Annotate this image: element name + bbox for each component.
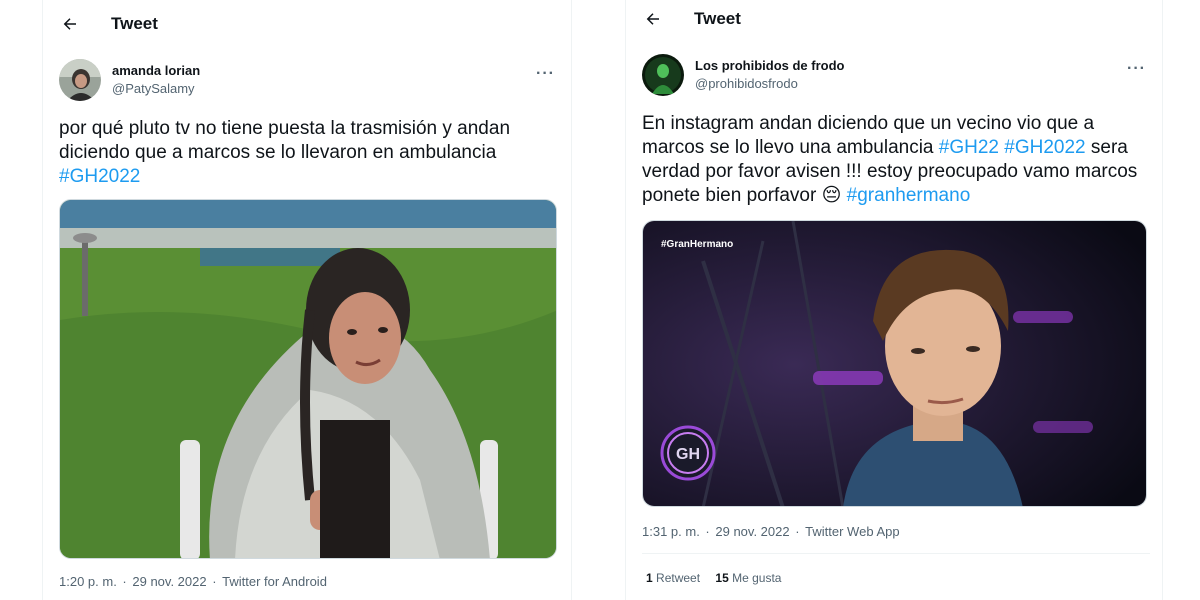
pensive-face-emoji: 😔 <box>821 185 842 206</box>
avatar[interactable] <box>642 54 684 96</box>
header-title: Tweet <box>111 14 158 33</box>
photo-woman-in-blanket <box>60 200 556 558</box>
more-options-icon[interactable]: ··· <box>1127 60 1146 78</box>
tweet-stats: 1 Retweet 15 Me gusta <box>646 571 793 585</box>
tweet-source[interactable]: Twitter Web App <box>805 524 899 539</box>
likes-stat[interactable]: 15 Me gusta <box>715 571 781 585</box>
back-button[interactable] <box>55 9 85 39</box>
tweet-time[interactable]: 1:20 p. m. <box>59 574 117 589</box>
avatar[interactable] <box>59 59 101 101</box>
tweet-timestamp: 1:20 p. m. · 29 nov. 2022 · Twitter for … <box>59 574 327 589</box>
gh-logo-text: GH <box>676 446 700 463</box>
tweet-media-photo[interactable]: GH #GranHermano <box>642 220 1147 507</box>
tweet-timestamp: 1:31 p. m. · 29 nov. 2022 · Twitter Web … <box>642 524 900 539</box>
right-tweet-panel: Tweet Los prohibidos de frodo @prohibido… <box>625 0 1163 600</box>
more-options-icon[interactable]: ··· <box>536 65 555 83</box>
tweet-media-photo[interactable] <box>59 199 557 559</box>
back-arrow-icon <box>646 13 659 25</box>
retweets-stat[interactable]: 1 Retweet <box>646 571 700 585</box>
hashtag-link[interactable]: #GH2022 <box>59 166 140 187</box>
header-title: Tweet <box>694 9 741 28</box>
hashtag-link[interactable]: #GH2022 <box>1004 137 1085 158</box>
retweets-label: Retweet <box>656 571 701 585</box>
retweets-count: 1 <box>646 571 653 585</box>
likes-count: 15 <box>715 571 729 585</box>
left-tweet-panel: Tweet amanda lorian @PatySalamy ··· por … <box>42 0 572 600</box>
author-handle[interactable]: @PatySalamy <box>112 80 200 98</box>
tweet-date[interactable]: 29 nov. 2022 <box>715 524 789 539</box>
author-name[interactable]: Los prohibidos de frodo <box>695 57 845 75</box>
hashtag-link[interactable]: #GH22 <box>939 137 999 158</box>
tweet-author: amanda lorian @PatySalamy ··· <box>59 57 555 103</box>
likes-label: Me gusta <box>732 571 782 585</box>
tweet-time[interactable]: 1:31 p. m. <box>642 524 700 539</box>
author-handle[interactable]: @prohibidosfrodo <box>695 75 845 93</box>
divider <box>642 553 1150 554</box>
back-arrow-icon <box>63 18 76 30</box>
photo-young-man-stage: GH #GranHermano <box>643 221 1146 506</box>
tweet-date[interactable]: 29 nov. 2022 <box>132 574 206 589</box>
tweet-header: Tweet <box>43 0 571 48</box>
tweet-body: por qué pluto tv no tiene puesta la tras… <box>59 118 511 163</box>
tweet-source[interactable]: Twitter for Android <box>222 574 327 589</box>
tweet-header: Tweet <box>626 0 1162 43</box>
tweet-author: Los prohibidos de frodo @prohibidosfrodo… <box>642 52 1146 98</box>
back-button[interactable] <box>638 4 668 34</box>
hashtag-link[interactable]: #granhermano <box>847 185 971 206</box>
media-overlay-text: #GranHermano <box>661 239 733 250</box>
tweet-text: por qué pluto tv no tiene puesta la tras… <box>59 117 559 189</box>
tweet-text: En instagram andan diciendo que un vecin… <box>642 112 1150 208</box>
author-name[interactable]: amanda lorian <box>112 62 200 80</box>
